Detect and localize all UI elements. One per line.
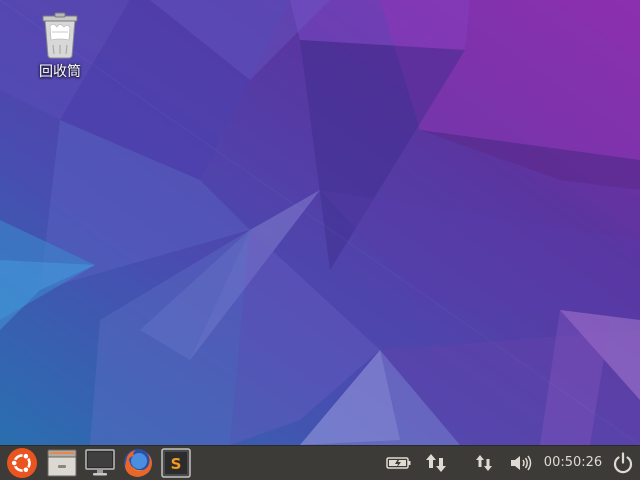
battery-charging-icon	[386, 457, 411, 469]
volume-icon	[511, 455, 532, 471]
network-activity-indicator[interactable]	[470, 446, 498, 480]
launcher-firefox[interactable]	[119, 446, 157, 480]
power-icon	[613, 452, 633, 474]
bottom-panel: S 00:50:26	[0, 445, 640, 480]
desktop-icon-trash[interactable]: 回收筒	[22, 8, 98, 88]
clock[interactable]: 00:50:26	[540, 446, 606, 480]
network-arrows-icon	[476, 455, 492, 471]
launcher-file-manager[interactable]	[43, 446, 81, 480]
launcher-ubuntu-menu[interactable]	[3, 446, 41, 480]
svg-text:S: S	[171, 455, 182, 473]
monitor-icon	[85, 449, 115, 476]
ubuntu-logo-icon	[7, 448, 37, 478]
volume-indicator[interactable]	[506, 446, 536, 480]
battery-indicator[interactable]	[384, 446, 414, 480]
sublime-text-icon: S	[161, 448, 191, 478]
launcher-sublime-text[interactable]: S	[157, 446, 195, 480]
launcher-display[interactable]	[81, 446, 119, 480]
desktop-icon-label: 回收筒	[39, 64, 81, 80]
desktop[interactable]: 回收筒 S 00:50:26	[0, 0, 640, 480]
trash-icon	[42, 12, 78, 59]
network-transfer-icon	[426, 454, 446, 472]
file-manager-icon	[47, 449, 77, 477]
power-menu[interactable]	[608, 446, 638, 480]
network-indicator[interactable]	[420, 446, 452, 480]
firefox-icon	[124, 449, 152, 477]
